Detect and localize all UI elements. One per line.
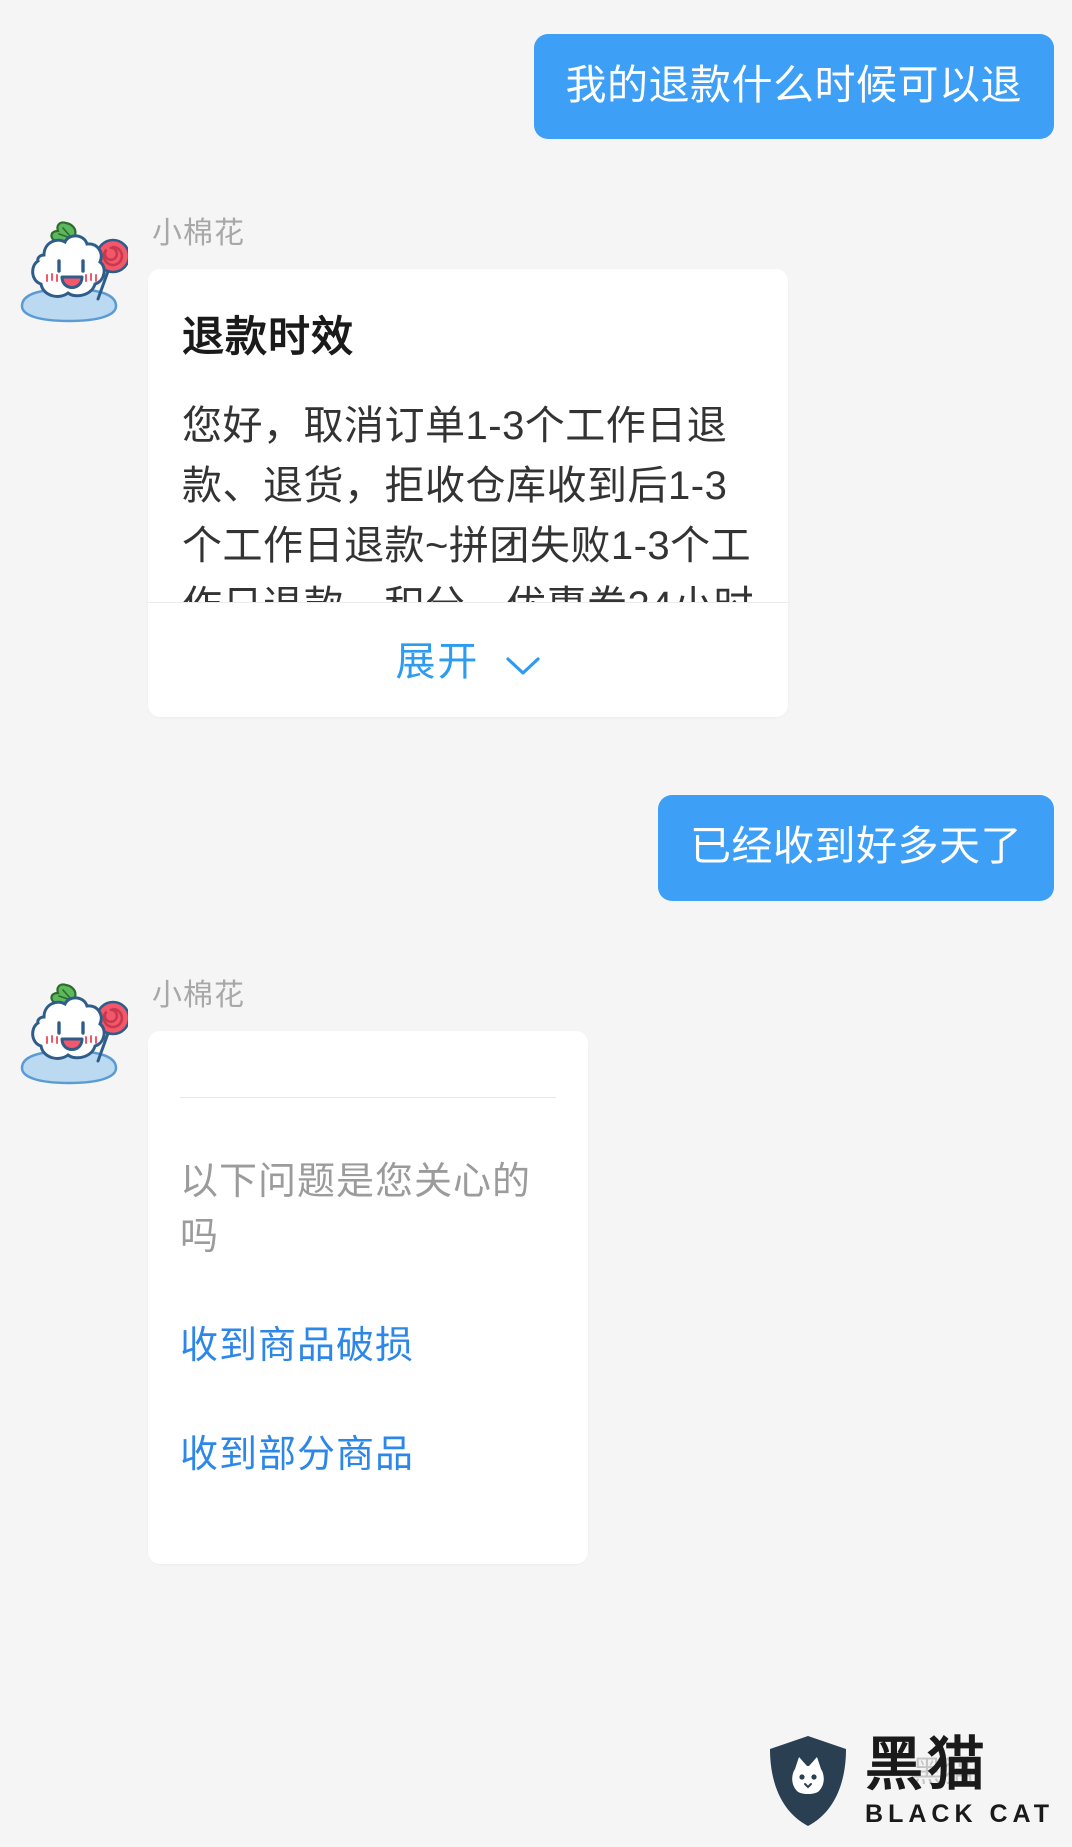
chat-thread: 我的退款什么时候可以退 小棉花 退款时效 您好，取消订单1-3个工作日退款、退货… xyxy=(0,0,1072,1847)
agent-name-label: 小棉花 xyxy=(152,978,245,1012)
expand-button[interactable]: 展开 xyxy=(148,603,788,717)
watermark-en-text: BLACK CAT xyxy=(865,1799,1054,1828)
suggested-question-item[interactable]: 收到部分商品 xyxy=(178,1369,558,1478)
message-row-agent: 小棉花 以下问题是您关心的吗 收到商品破损 收到部分商品 xyxy=(0,965,1072,1564)
card-title: 退款时效 xyxy=(182,313,355,361)
message-row-agent: 小棉花 退款时效 您好，取消订单1-3个工作日退款、退货，拒收仓库收到后1-3个… xyxy=(0,203,1072,718)
message-row-user: 已经收到好多天了 xyxy=(0,795,1072,901)
agent-name-label: 小棉花 xyxy=(152,217,245,251)
watermark-cn-text: 黑猫 xyxy=(865,1731,990,1797)
suggestions-header: 以下问题是您关心的吗 xyxy=(180,1160,532,1258)
cloud-mascot-lollipop-avatar xyxy=(10,973,128,1091)
card-body-text: 您好，取消订单1-3个工作日退款、退货，拒收仓库收到后1-3个工作日退款~拼团失… xyxy=(182,404,754,602)
shield-cat-icon xyxy=(765,1733,851,1829)
message-row-user: 我的退款什么时候可以退 xyxy=(0,34,1072,140)
user-message-bubble: 已经收到好多天了 xyxy=(658,795,1054,901)
cloud-mascot-lollipop-avatar xyxy=(10,211,128,329)
watermark: 黑猫 BLACK CAT xyxy=(765,1733,1054,1829)
chevron-down-icon xyxy=(505,642,541,687)
card-bottom-padding xyxy=(178,1478,558,1564)
refund-info-card: 退款时效 您好，取消订单1-3个工作日退款、退货，拒收仓库收到后1-3个工作日退… xyxy=(148,269,788,718)
suggested-question-item[interactable]: 收到商品破损 xyxy=(178,1260,558,1369)
suggested-questions-card: 以下问题是您关心的吗 收到商品破损 收到部分商品 xyxy=(148,1030,588,1564)
expand-label: 展开 xyxy=(395,640,480,685)
user-message-bubble: 我的退款什么时候可以退 xyxy=(533,34,1054,140)
card-body-clipper: 您好，取消订单1-3个工作日退款、退货，拒收仓库收到后1-3个工作日退款~拼团失… xyxy=(148,364,788,602)
